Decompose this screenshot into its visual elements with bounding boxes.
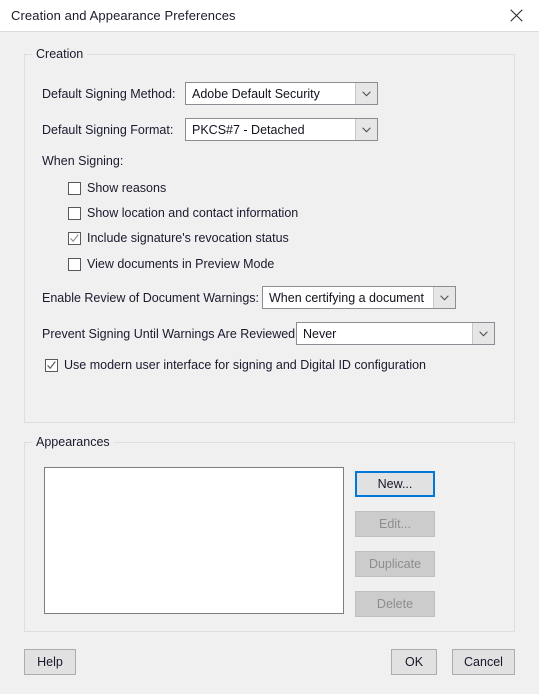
enable-review-warnings-value: When certifying a document <box>269 290 424 305</box>
checkbox-box <box>68 232 81 245</box>
preferences-dialog: Creation and Appearance Preferences Crea… <box>0 0 539 694</box>
checkmark-icon <box>70 234 79 243</box>
default-signing-method-label: Default Signing Method: <box>42 87 176 101</box>
prevent-signing-label: Prevent Signing Until Warnings Are Revie… <box>42 327 299 341</box>
appearances-group-legend: Appearances <box>32 435 114 449</box>
checkbox-label: Include signature's revocation status <box>87 231 289 245</box>
prevent-signing-value: Never <box>303 326 337 341</box>
checkbox-use-modern-ui[interactable]: Use modern user interface for signing an… <box>45 358 426 373</box>
checkbox-label: Show reasons <box>87 181 167 195</box>
chevron-down-icon <box>355 119 377 140</box>
enable-review-warnings-label: Enable Review of Document Warnings: <box>42 291 259 305</box>
cancel-button[interactable]: Cancel <box>452 649 515 675</box>
close-icon[interactable] <box>493 0 539 31</box>
default-signing-format-combo[interactable]: PKCS#7 - Detached <box>185 118 378 141</box>
appearances-listbox[interactable] <box>44 467 344 614</box>
new-button[interactable]: New... <box>355 471 435 497</box>
checkbox-box <box>45 359 58 372</box>
default-signing-format-label: Default Signing Format: <box>42 123 174 137</box>
delete-button: Delete <box>355 591 435 617</box>
creation-group-legend: Creation <box>32 47 88 61</box>
edit-button: Edit... <box>355 511 435 537</box>
prevent-signing-combo[interactable]: Never <box>296 322 495 345</box>
enable-review-warnings-combo[interactable]: When certifying a document <box>262 286 456 309</box>
checkbox-label: Use modern user interface for signing an… <box>64 358 426 372</box>
checkbox-box <box>68 207 81 220</box>
checkbox-label: View documents in Preview Mode <box>87 257 275 271</box>
checkbox-label: Show location and contact information <box>87 206 299 220</box>
when-signing-label: When Signing: <box>42 154 124 168</box>
title-bar: Creation and Appearance Preferences <box>0 0 539 32</box>
checkmark-icon <box>47 361 56 370</box>
checkbox-box <box>68 182 81 195</box>
default-signing-format-value: PKCS#7 - Detached <box>192 122 305 137</box>
chevron-down-icon <box>433 287 455 308</box>
checkbox-box <box>68 258 81 271</box>
window-title: Creation and Appearance Preferences <box>11 8 236 23</box>
default-signing-method-combo[interactable]: Adobe Default Security <box>185 82 378 105</box>
default-signing-method-value: Adobe Default Security <box>192 86 320 101</box>
checkbox-view-preview-mode[interactable]: View documents in Preview Mode <box>68 257 274 272</box>
checkbox-include-revocation-status[interactable]: Include signature's revocation status <box>68 231 289 246</box>
duplicate-button: Duplicate <box>355 551 435 577</box>
checkbox-show-reasons[interactable]: Show reasons <box>68 181 166 196</box>
checkbox-show-location-contact[interactable]: Show location and contact information <box>68 206 298 221</box>
chevron-down-icon <box>355 83 377 104</box>
ok-button[interactable]: OK <box>391 649 437 675</box>
help-button[interactable]: Help <box>24 649 76 675</box>
chevron-down-icon <box>472 323 494 344</box>
